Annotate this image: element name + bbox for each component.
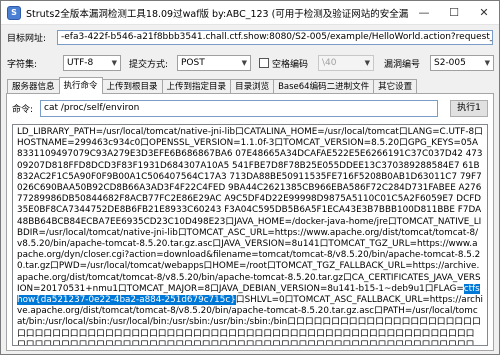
charset-label: 字符集: — [7, 59, 38, 70]
execute-command-panel: 命令: cat /proc/self/environ 执行1 LD_LIBRAR… — [6, 93, 494, 351]
space-encode-checkbox[interactable] — [259, 58, 269, 68]
minimize-icon[interactable]: — — [409, 1, 439, 24]
tab-execute-command[interactable]: 执行命令 — [58, 77, 103, 94]
method-label: 提交方式: — [129, 59, 169, 70]
window-title: Struts2全版本漏洞检测工具18.09过waf版 by:ABC_123 (可… — [26, 8, 409, 20]
chevron-down-icon: ▼ — [241, 59, 247, 67]
tab-base64[interactable]: Base64编码二进制文件 — [273, 79, 375, 94]
tab-server-info[interactable]: 服务器信息 — [7, 79, 60, 94]
target-url-input[interactable]: -efa3-422f-b546-a21f8bbb3541.chall.ctf.s… — [57, 30, 493, 45]
command-output[interactable]: LD_LIBRARY_PATH=/usr/local/tomcat/native… — [12, 124, 488, 346]
tab-upload-root[interactable]: 上传到根目录 — [101, 79, 163, 94]
maximize-icon[interactable]: ☐ — [439, 1, 469, 24]
title-bar[interactable]: S Struts2全版本漏洞检测工具18.09过waf版 by:ABC_123 … — [1, 1, 499, 25]
space-encode-value: \40 — [322, 58, 337, 68]
chevron-down-icon: ▼ — [484, 59, 490, 67]
method-select[interactable]: POST ▼ — [177, 55, 251, 71]
tab-upload-dir[interactable]: 上传到指定目录 — [161, 79, 232, 94]
tab-browse-dir[interactable]: 目录浏览 — [230, 79, 275, 94]
tab-strip: 服务器信息 执行命令 上传到根目录 上传到指定目录 目录浏览 Base64编码二… — [7, 77, 418, 94]
charset-select[interactable]: UTF-8 ▼ — [63, 55, 121, 71]
app-window: S Struts2全版本漏洞检测工具18.09过waf版 by:ABC_123 … — [0, 0, 500, 355]
vuln-id-label: 漏洞编号 — [384, 59, 421, 70]
close-icon[interactable]: ✕ — [469, 1, 499, 24]
vuln-id-value: S2-005 — [434, 58, 466, 68]
charset-value: UTF-8 — [67, 58, 94, 68]
chevron-down-icon: ▼ — [364, 59, 370, 67]
execute-button[interactable]: 执行1 — [450, 100, 488, 117]
method-value: POST — [181, 58, 205, 68]
tab-other-settings[interactable]: 其它设置 — [373, 79, 418, 94]
app-icon: S — [7, 5, 21, 20]
output-text: LD_LIBRARY_PATH=/usr/local/tomcat/native… — [17, 127, 483, 294]
vuln-id-select[interactable]: S2-005 ▼ — [430, 55, 494, 71]
chevron-down-icon: ▼ — [111, 59, 117, 67]
space-encode-select[interactable]: \40 ▼ — [318, 55, 374, 71]
space-encode-label: 空格编码 — [272, 59, 309, 70]
target-url-label: 目标网址: — [7, 34, 47, 44]
command-input[interactable]: cat /proc/self/environ — [40, 100, 438, 117]
command-label: 命令: — [12, 105, 34, 115]
